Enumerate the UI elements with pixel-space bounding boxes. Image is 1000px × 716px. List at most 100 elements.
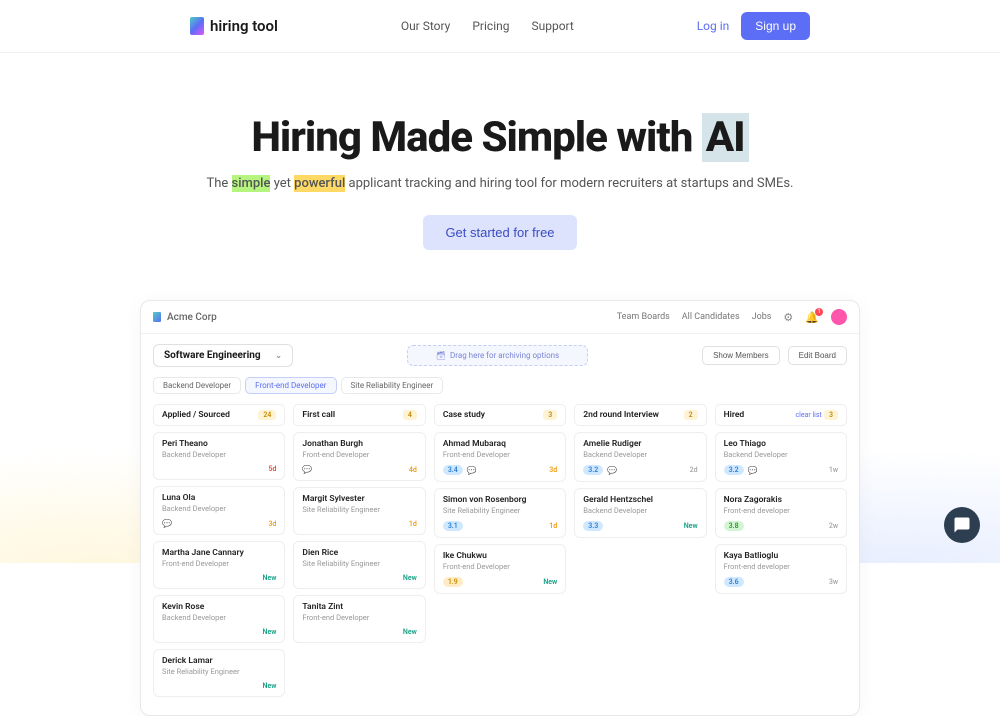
score-badge: 3.4 xyxy=(443,465,463,475)
edit-board-button[interactable]: Edit Board xyxy=(788,346,847,365)
candidate-name: Amelie Rudiger xyxy=(583,439,697,449)
candidate-card[interactable]: Gerald HentzschelBackend Developer 3.3New xyxy=(574,488,706,538)
login-link[interactable]: Log in xyxy=(697,19,730,33)
hero-subtitle: The simple yet powerful applicant tracki… xyxy=(20,176,980,191)
column-header: Applied / Sourced24 xyxy=(153,404,285,426)
card-footer: 3.11d xyxy=(443,521,557,531)
candidate-name: Simon von Rosenborg xyxy=(443,495,557,505)
note-icon: 💬 xyxy=(302,465,312,474)
chat-widget-button[interactable] xyxy=(944,507,980,543)
column-count-badge: 2 xyxy=(684,410,698,420)
user-avatar[interactable] xyxy=(831,309,847,325)
score-badge: 3.8 xyxy=(724,521,744,531)
score-badge: 3.2 xyxy=(724,465,744,475)
note-icon: 💬 xyxy=(748,466,758,475)
signup-button[interactable]: Sign up xyxy=(741,12,810,40)
candidate-role: Backend Developer xyxy=(162,504,276,513)
candidate-card[interactable]: Dien RiceSite Reliability EngineerNew xyxy=(293,541,425,589)
hero-title-highlight: AI xyxy=(702,113,749,162)
candidate-role: Backend Developer xyxy=(583,506,697,515)
candidate-card[interactable]: Martha Jane CannaryFront-end DeveloperNe… xyxy=(153,541,285,589)
column-count-badge: 3 xyxy=(543,410,557,420)
brand-logo[interactable]: hiring tool xyxy=(190,17,278,35)
logo-mark-icon xyxy=(190,17,204,35)
hero-title: Hiring Made Simple with AI xyxy=(20,113,980,162)
highlight-powerful: powerful xyxy=(294,175,345,192)
candidate-name: Kaya Batlioglu xyxy=(724,551,838,561)
role-tab[interactable]: Site Reliability Engineer xyxy=(341,377,444,394)
kanban-column: First call4Jonathan BurghFront-end Devel… xyxy=(293,404,425,703)
kanban-column: Case study3Ahmad MubaraqFront-end Develo… xyxy=(434,404,566,703)
candidate-card[interactable]: Ike ChukwuFront-end Developer1.9New xyxy=(434,544,566,594)
site-header: hiring tool Our Story Pricing Support Lo… xyxy=(0,0,1000,53)
age-badge: New xyxy=(263,628,277,636)
candidate-card[interactable]: Kevin RoseBackend DeveloperNew xyxy=(153,595,285,643)
candidate-name: Tanita Zint xyxy=(302,602,416,612)
candidate-card[interactable]: Simon von RosenborgSite Reliability Engi… xyxy=(434,488,566,538)
card-footer: 3.3New xyxy=(583,521,697,531)
card-footer: 3.2💬1w xyxy=(724,465,838,475)
candidate-card[interactable]: Nora ZagorakisFront-end developer3.82w xyxy=(715,488,847,538)
settings-icon[interactable]: ⚙ xyxy=(783,311,793,324)
team-select-dropdown[interactable]: Software Engineering ⌄ xyxy=(153,344,293,367)
board-company-name: Acme Corp xyxy=(167,312,217,323)
board-header: Acme Corp Team Boards All Candidates Job… xyxy=(141,301,859,334)
card-footer: New xyxy=(302,628,416,636)
column-header: Case study3 xyxy=(434,404,566,426)
clear-list-link[interactable]: clear list xyxy=(795,411,821,419)
card-footer: 3.63w xyxy=(724,577,838,587)
column-header: First call4 xyxy=(293,404,425,426)
archive-dropzone[interactable]: 🗃 Drag here for archiving options xyxy=(407,345,588,366)
nav-our-story[interactable]: Our Story xyxy=(401,19,451,33)
team-select-value: Software Engineering xyxy=(164,350,261,361)
age-badge: 1d xyxy=(409,520,417,528)
column-title: Hired xyxy=(724,410,745,420)
candidate-name: Gerald Hentzschel xyxy=(583,495,697,505)
column-header: 2nd round Interview2 xyxy=(574,404,706,426)
column-title: First call xyxy=(302,410,335,420)
archive-label: Drag here for archiving options xyxy=(450,351,559,360)
candidate-role: Site Reliability Engineer xyxy=(443,506,557,515)
nav-support[interactable]: Support xyxy=(531,19,573,33)
notification-bell-icon[interactable]: 🔔1 xyxy=(805,311,819,324)
candidate-card[interactable]: Margit SylvesterSite Reliability Enginee… xyxy=(293,487,425,535)
age-badge: New xyxy=(543,578,557,586)
board-nav-team-boards[interactable]: Team Boards xyxy=(617,312,670,322)
candidate-card[interactable]: Peri TheanoBackend Developer5d xyxy=(153,432,285,480)
note-icon: 💬 xyxy=(467,466,477,475)
card-footer: 1d xyxy=(302,520,416,528)
nav-pricing[interactable]: Pricing xyxy=(472,19,509,33)
candidate-role: Backend Developer xyxy=(162,450,276,459)
note-icon: 💬 xyxy=(607,466,617,475)
board-nav-jobs[interactable]: Jobs xyxy=(752,312,772,322)
candidate-name: Dien Rice xyxy=(302,548,416,558)
role-tab[interactable]: Front-end Developer xyxy=(245,377,336,394)
candidate-card[interactable]: Luna OlaBackend Developer💬3d xyxy=(153,486,285,535)
candidate-card[interactable]: Amelie RudigerBackend Developer3.2💬2d xyxy=(574,432,706,482)
card-footer: 1.9New xyxy=(443,577,557,587)
show-members-button[interactable]: Show Members xyxy=(702,346,780,365)
age-badge: 2d xyxy=(690,466,698,474)
highlight-simple: simple xyxy=(232,175,271,192)
candidate-card[interactable]: Leo ThiagoBackend Developer3.2💬1w xyxy=(715,432,847,482)
card-footer: 3.2💬2d xyxy=(583,465,697,475)
candidate-card[interactable]: Jonathan BurghFront-end Developer💬4d xyxy=(293,432,425,481)
role-tab[interactable]: Backend Developer xyxy=(153,377,241,394)
candidate-name: Jonathan Burgh xyxy=(302,439,416,449)
candidate-name: Luna Ola xyxy=(162,493,276,503)
kanban-board-preview: Acme Corp Team Boards All Candidates Job… xyxy=(140,300,860,716)
candidate-card[interactable]: Derick LamarSite Reliability EngineerNew xyxy=(153,649,285,697)
age-badge: 5d xyxy=(268,465,276,473)
candidate-card[interactable]: Tanita ZintFront-end DeveloperNew xyxy=(293,595,425,643)
candidate-card[interactable]: Kaya BatliogluFront-end developer3.63w xyxy=(715,544,847,594)
age-badge: New xyxy=(403,628,417,636)
kanban-column: Applied / Sourced24Peri TheanoBackend De… xyxy=(153,404,285,703)
candidate-role: Site Reliability Engineer xyxy=(302,559,416,568)
candidate-card[interactable]: Ahmad MubaraqFront-end Developer3.4💬3d xyxy=(434,432,566,482)
age-badge: 4d xyxy=(409,466,417,474)
age-badge: New xyxy=(263,574,277,582)
note-icon: 💬 xyxy=(162,519,172,528)
cta-button[interactable]: Get started for free xyxy=(423,215,576,250)
board-nav-all-candidates[interactable]: All Candidates xyxy=(682,312,740,322)
archive-icon: 🗃 xyxy=(436,351,446,360)
